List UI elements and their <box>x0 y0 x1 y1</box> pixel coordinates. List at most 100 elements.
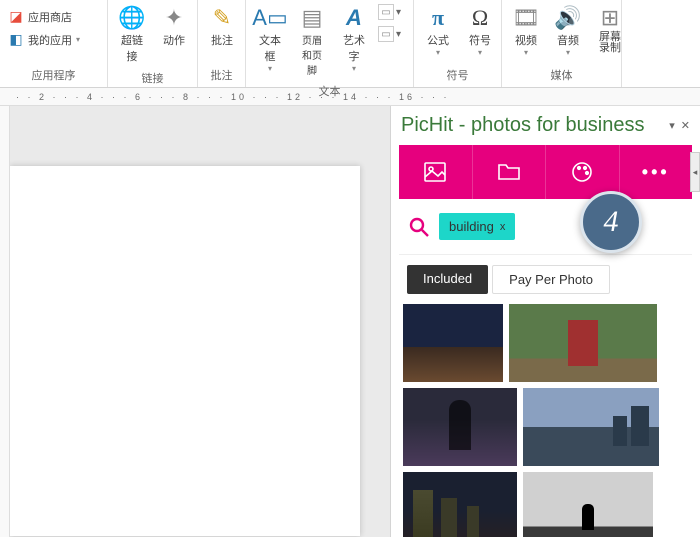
panel-title: PicHit - photos for business <box>401 114 644 137</box>
dropdown-icon: ▾ <box>76 35 80 44</box>
horizontal-ruler: · · 2 · · · 4 · · · 6 · · · 8 · · · 10 ·… <box>0 88 700 106</box>
pink-tabs: ••• <box>399 145 692 199</box>
dropdown-icon: ▾ <box>436 48 440 57</box>
badge-number: 4 <box>604 205 619 239</box>
group-label-media: 媒体 <box>506 65 617 85</box>
app-store-label: 应用商店 <box>28 9 72 25</box>
dropdown-icon: ▾ <box>268 64 272 73</box>
vertical-ruler <box>0 106 10 537</box>
photo-thumb[interactable] <box>403 472 517 537</box>
wordart-icon: A <box>346 6 362 30</box>
group-label-comments: 批注 <box>202 65 241 85</box>
step-badge: 4 <box>580 191 642 253</box>
screenrec-label: 屏幕录制 <box>599 32 621 54</box>
gallery-item[interactable]: ▭ <box>378 4 394 20</box>
photo-thumb[interactable] <box>403 388 517 466</box>
ribbon: ◪ 应用商店 ◧ 我的应用 ▾ 应用程序 🌐 超链接 ✦ 动作 <box>0 0 700 88</box>
textbox-label: 文本框 <box>256 32 284 64</box>
panel-collapse-handle[interactable]: ◂ <box>690 152 700 192</box>
tab-more[interactable]: ••• <box>620 145 693 199</box>
panel-menu-icon[interactable]: ▾ <box>669 119 675 132</box>
hyperlink-button[interactable]: 🌐 超链接 <box>112 2 152 68</box>
store-icon: ◪ <box>8 8 24 25</box>
annotate-icon: ✎ <box>213 6 231 30</box>
slide-page[interactable] <box>10 166 360 536</box>
search-tag-text: building <box>449 219 494 234</box>
equation-icon: π <box>432 6 444 30</box>
tag-remove-icon[interactable]: x <box>500 221 506 233</box>
video-icon: 🎞 <box>512 6 540 30</box>
photo-thumb[interactable] <box>509 304 657 382</box>
myapps-icon: ◧ <box>8 31 24 48</box>
group-label-symbols: 符号 <box>418 65 497 85</box>
headerfooter-icon: ▤ <box>302 6 323 30</box>
symbol-label: 符号 <box>469 32 491 48</box>
dropdown-icon: ▾ <box>524 48 528 57</box>
wordart-label: 艺术字 <box>340 32 368 64</box>
main-area: PicHit - photos for business ▾ ✕ ••• <box>0 106 700 537</box>
audio-icon: 🔊 <box>554 6 581 30</box>
action-button[interactable]: ✦ 动作 <box>154 2 194 52</box>
my-apps-label: 我的应用 <box>28 32 72 48</box>
thumbnail-grid <box>399 304 692 537</box>
video-button[interactable]: 🎞 视频 ▾ <box>506 2 546 61</box>
photo-thumb[interactable] <box>403 304 503 382</box>
screenrec-icon: ⊞ <box>601 6 619 30</box>
dropdown-icon: ▾ <box>478 48 482 57</box>
search-icon[interactable] <box>409 217 429 237</box>
my-apps-button[interactable]: ◧ 我的应用 ▾ <box>4 29 84 50</box>
photo-thumb[interactable] <box>523 472 653 537</box>
panel-close-icon[interactable]: ✕ <box>681 119 690 132</box>
hyperlink-label: 超链接 <box>118 32 146 64</box>
headerfooter-label: 页眉和页脚 <box>298 32 326 77</box>
more-icon: ••• <box>642 162 670 183</box>
panel-body: ••• building x 4 Included Pay Per Photo <box>391 145 700 537</box>
panel-header: PicHit - photos for business ▾ ✕ <box>391 106 700 145</box>
search-tag[interactable]: building x <box>439 213 515 240</box>
document-area <box>0 106 390 537</box>
hyperlink-icon: 🌐 <box>118 6 145 30</box>
audio-button[interactable]: 🔊 音频 ▾ <box>548 2 588 61</box>
image-icon <box>424 162 446 182</box>
annotate-label: 批注 <box>211 32 233 48</box>
action-label: 动作 <box>163 32 185 48</box>
ribbon-group-symbols: π 公式 ▾ Ω 符号 ▾ 符号 <box>414 0 502 87</box>
ribbon-group-media: 🎞 视频 ▾ 🔊 音频 ▾ ⊞ 屏幕录制 媒体 <box>502 0 622 87</box>
dropdown-icon: ▾ <box>352 64 356 73</box>
text-gallery-2[interactable]: ▭ ▾ <box>376 24 410 44</box>
photo-thumb[interactable] <box>523 388 659 466</box>
ribbon-group-links: 🌐 超链接 ✦ 动作 链接 <box>108 0 198 87</box>
gallery-down-icon[interactable]: ▾ <box>396 7 408 18</box>
audio-label: 音频 <box>557 32 579 48</box>
text-gallery[interactable]: ▭ ▾ <box>376 2 410 22</box>
folder-icon <box>498 162 520 182</box>
ribbon-group-apps: ◪ 应用商店 ◧ 我的应用 ▾ 应用程序 <box>0 0 108 87</box>
ribbon-group-comments: ✎ 批注 批注 <box>198 0 246 87</box>
textbox-button[interactable]: A▭ 文本框 ▾ <box>250 2 290 77</box>
symbol-icon: Ω <box>472 6 488 30</box>
action-icon: ✦ <box>165 6 183 30</box>
symbol-button[interactable]: Ω 符号 ▾ <box>460 2 500 61</box>
screenrec-button[interactable]: ⊞ 屏幕录制 <box>590 2 630 58</box>
equation-button[interactable]: π 公式 ▾ <box>418 2 458 61</box>
dropdown-icon: ▾ <box>566 48 570 57</box>
group-label-links: 链接 <box>112 68 193 88</box>
ribbon-group-text: A▭ 文本框 ▾ ▤ 页眉和页脚 A 艺术字 ▾ ▭ ▾ ▭ ▾ <box>246 0 414 87</box>
palette-icon <box>571 161 593 183</box>
tab-folders[interactable] <box>473 145 547 199</box>
filter-tabs: Included Pay Per Photo <box>399 255 692 304</box>
ruler-marks: · · 2 · · · 4 · · · 6 · · · 8 · · · 10 ·… <box>16 92 450 102</box>
gallery-down-icon[interactable]: ▾ <box>396 29 408 40</box>
group-label-apps: 应用程序 <box>4 65 103 85</box>
annotate-button[interactable]: ✎ 批注 <box>202 2 242 52</box>
gallery-item[interactable]: ▭ <box>378 26 394 42</box>
tab-payper[interactable]: Pay Per Photo <box>492 265 610 294</box>
tab-images[interactable] <box>399 145 473 199</box>
wordart-button[interactable]: A 艺术字 ▾ <box>334 2 374 77</box>
video-label: 视频 <box>515 32 537 48</box>
tab-included[interactable]: Included <box>407 265 488 294</box>
equation-label: 公式 <box>427 32 449 48</box>
headerfooter-button[interactable]: ▤ 页眉和页脚 <box>292 2 332 81</box>
app-store-button[interactable]: ◪ 应用商店 <box>4 6 84 27</box>
search-row: building x 4 <box>399 199 692 255</box>
